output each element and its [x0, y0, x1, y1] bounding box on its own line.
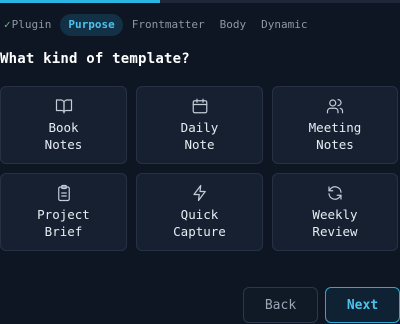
template-label: Meeting Notes	[308, 120, 362, 152]
step-plugin[interactable]: ✓Plugin	[0, 14, 57, 36]
template-grid: Book Notes Daily Note Meeting Notes Project…	[0, 86, 400, 251]
template-label: Weekly Review	[312, 207, 358, 239]
users-icon	[326, 97, 344, 115]
open-book-icon	[55, 97, 73, 115]
refresh-icon	[326, 184, 344, 202]
template-label: Book Notes	[44, 120, 83, 152]
template-card-daily-note[interactable]: Daily Note	[136, 86, 263, 164]
progress-fill	[0, 0, 160, 3]
step-dynamic[interactable]: Dynamic	[255, 14, 313, 36]
calendar-icon	[191, 97, 209, 115]
progress-track	[0, 0, 400, 3]
lightning-icon	[191, 184, 209, 202]
template-card-book-notes[interactable]: Book Notes	[0, 86, 127, 164]
next-button[interactable]: Next	[325, 287, 400, 323]
step-purpose[interactable]: Purpose	[60, 14, 123, 36]
page-title: What kind of template?	[0, 51, 190, 67]
template-card-quick-capture[interactable]: Quick Capture	[136, 173, 263, 251]
step-label: Plugin	[11, 18, 52, 31]
wizard-steps: ✓Plugin Purpose Frontmatter Body Dynamic	[0, 14, 316, 36]
template-label: Daily Note	[180, 120, 219, 152]
step-frontmatter[interactable]: Frontmatter	[126, 14, 211, 36]
template-card-meeting-notes[interactable]: Meeting Notes	[272, 86, 398, 164]
back-button[interactable]: Back	[243, 287, 318, 323]
step-body[interactable]: Body	[214, 14, 253, 36]
check-icon: ✓	[4, 18, 11, 31]
template-label: Project Brief	[37, 207, 90, 239]
template-label: Quick Capture	[173, 207, 226, 239]
template-card-project-brief[interactable]: Project Brief	[0, 173, 127, 251]
template-card-weekly-review[interactable]: Weekly Review	[272, 173, 398, 251]
clipboard-icon	[55, 184, 73, 202]
